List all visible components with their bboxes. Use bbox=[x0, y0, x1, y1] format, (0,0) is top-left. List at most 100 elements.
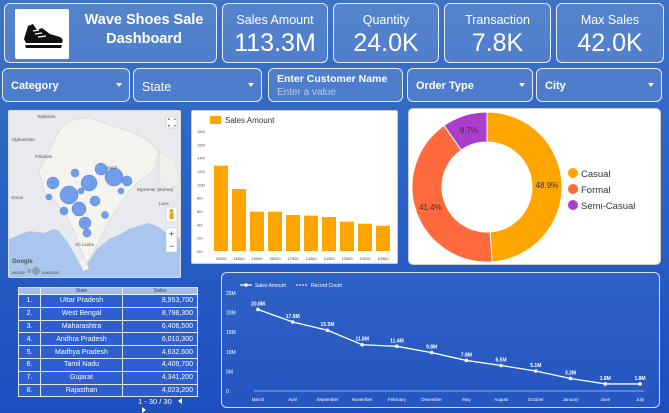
row-sales: 8,953,700 bbox=[122, 294, 198, 308]
line-point[interactable] bbox=[603, 382, 608, 386]
donut-slice[interactable] bbox=[411, 124, 493, 263]
line-point[interactable] bbox=[360, 342, 364, 347]
map-bubble[interactable] bbox=[80, 174, 98, 192]
row-index: 4. bbox=[18, 332, 41, 347]
bar-legend-swatch bbox=[210, 116, 221, 124]
line-data-label: 1.8M bbox=[634, 376, 645, 382]
table-row[interactable]: 6. Tamil Nadu 4,409,700 bbox=[18, 357, 198, 372]
zoom-in-icon[interactable]: + bbox=[169, 229, 174, 239]
map-legend-large-circle bbox=[32, 267, 40, 275]
bar-y-tick: 14M bbox=[197, 156, 205, 161]
bar-x-tick: 16000 bbox=[233, 256, 245, 261]
table-row[interactable]: 3. Maharashtra 6,406,500 bbox=[18, 319, 198, 334]
line-point[interactable] bbox=[464, 358, 469, 363]
bar-legend-label: Sales Amount bbox=[225, 116, 275, 125]
map-bubble[interactable] bbox=[71, 201, 87, 217]
map-bubble[interactable] bbox=[121, 175, 133, 187]
line-point[interactable] bbox=[429, 350, 434, 355]
bar-y-tick: 4M bbox=[197, 222, 203, 227]
line-point[interactable] bbox=[499, 363, 503, 368]
kpi-value: 7.8K bbox=[471, 29, 524, 57]
table-row[interactable]: 5. Madhya Pradesh 4,632,600 bbox=[18, 345, 198, 359]
map-bubble[interactable] bbox=[70, 168, 80, 178]
customer-filter-label: Enter Customer Name bbox=[277, 73, 388, 85]
state-sales-table: State Sales 1. Uttar Pradesh 8,953,700 2. W… bbox=[18, 287, 198, 413]
customer-name-filter: Enter Customer Name bbox=[268, 68, 403, 102]
map-bubble[interactable] bbox=[78, 216, 92, 230]
map-bubble[interactable] bbox=[77, 187, 85, 195]
row-sales: 6,010,300 bbox=[122, 332, 198, 347]
line-point[interactable] bbox=[395, 344, 399, 349]
kpi-label: Max Sales bbox=[580, 13, 640, 27]
table-header-index[interactable] bbox=[18, 287, 41, 295]
bar[interactable] bbox=[267, 211, 283, 251]
bar-y-tick: 16M bbox=[197, 142, 205, 147]
map-canvas[interactable]: Tajikistan Afghanistan Pakistan Oman Mya… bbox=[9, 111, 181, 278]
sales-bar-chart: Sales Amount 18M 16M 14M 12M 10M 8M 6M 4M 2M 0M 3… bbox=[191, 110, 398, 264]
line-point[interactable] bbox=[325, 328, 330, 333]
legend-label-semi-casual: Semi-Casual bbox=[581, 201, 635, 212]
pager-range: 1 - 30 / 30 bbox=[138, 397, 172, 406]
zoom-out-icon[interactable]: − bbox=[169, 241, 174, 251]
map-bubble[interactable] bbox=[46, 176, 60, 190]
state-filter[interactable]: State bbox=[133, 68, 262, 102]
row-sales: 6,406,500 bbox=[122, 319, 198, 334]
kpi-value: 42.0K bbox=[577, 29, 643, 57]
line-x-tick: November bbox=[352, 397, 373, 402]
row-index: 6. bbox=[18, 357, 41, 372]
row-state: Gujarat bbox=[40, 370, 123, 385]
bar[interactable] bbox=[339, 221, 355, 251]
table-row[interactable]: 4. Andhra Pradesh 6,010,300 bbox=[18, 332, 198, 347]
line-point[interactable] bbox=[568, 376, 573, 381]
state-map[interactable]: Tajikistan Afghanistan Pakistan Oman Mya… bbox=[8, 110, 181, 278]
map-bubble[interactable] bbox=[59, 206, 69, 216]
bar[interactable] bbox=[357, 223, 373, 251]
kpi-label: Quantity bbox=[362, 13, 410, 27]
line-data-label: 6.5M bbox=[496, 358, 507, 364]
table-row[interactable]: 7. Gujarat 4,341,200 bbox=[18, 370, 198, 385]
bar[interactable] bbox=[375, 225, 391, 251]
map-bubble[interactable] bbox=[45, 193, 53, 201]
order-type-filter-label: Order Type bbox=[416, 80, 474, 92]
table-header-sales[interactable]: Sales bbox=[122, 287, 198, 295]
line-data-label: 9.8M bbox=[426, 345, 437, 351]
line-point[interactable] bbox=[290, 320, 295, 324]
bar-y-tick: 12M bbox=[197, 169, 205, 174]
table-row[interactable]: 1. Uttar Pradesh 8,953,700 bbox=[18, 294, 198, 308]
line-point[interactable] bbox=[256, 307, 260, 312]
line-point[interactable] bbox=[534, 369, 538, 373]
chevron-left-icon[interactable] bbox=[177, 398, 182, 404]
map-bubble[interactable] bbox=[94, 162, 108, 176]
table-row[interactable]: 2. West Bengal 8,798,300 bbox=[18, 306, 198, 321]
bar[interactable] bbox=[249, 211, 265, 251]
map-bubble[interactable] bbox=[89, 195, 101, 207]
bar-y-tick: 18M bbox=[197, 129, 205, 134]
line-x-tick: July bbox=[636, 397, 645, 402]
map-bubble[interactable] bbox=[117, 187, 125, 195]
chevron-right-icon[interactable] bbox=[142, 407, 146, 413]
map-bubble[interactable] bbox=[59, 185, 79, 205]
line-point[interactable] bbox=[638, 382, 642, 386]
bar[interactable] bbox=[213, 165, 229, 251]
table-header-state[interactable]: State bbox=[40, 287, 123, 295]
category-filter[interactable]: Category bbox=[2, 68, 130, 102]
bar-y-tick: 8M bbox=[197, 196, 203, 201]
bar[interactable] bbox=[285, 215, 301, 251]
line-data-label: 17.6M bbox=[286, 314, 300, 320]
order-type-filter[interactable]: Order Type bbox=[407, 68, 533, 102]
line-x-tick: April bbox=[288, 397, 297, 402]
map-bubble[interactable] bbox=[82, 228, 92, 238]
bar[interactable] bbox=[231, 189, 247, 251]
city-filter[interactable]: City bbox=[536, 68, 662, 102]
bar-x-tick: 19200 bbox=[359, 256, 371, 261]
map-bubble[interactable] bbox=[101, 211, 109, 219]
customer-name-input[interactable] bbox=[277, 87, 387, 98]
table-row[interactable]: 8. Rajasthan 4,023,200 bbox=[18, 383, 198, 398]
kpi-label: Transaction bbox=[465, 13, 530, 27]
line-legend-sales: Sales Amount bbox=[255, 283, 286, 289]
logo bbox=[15, 9, 69, 59]
bar[interactable] bbox=[321, 217, 337, 251]
bar[interactable] bbox=[303, 215, 319, 251]
donut-data-label: 41.4% bbox=[419, 203, 442, 212]
map-bubble[interactable] bbox=[104, 167, 124, 187]
